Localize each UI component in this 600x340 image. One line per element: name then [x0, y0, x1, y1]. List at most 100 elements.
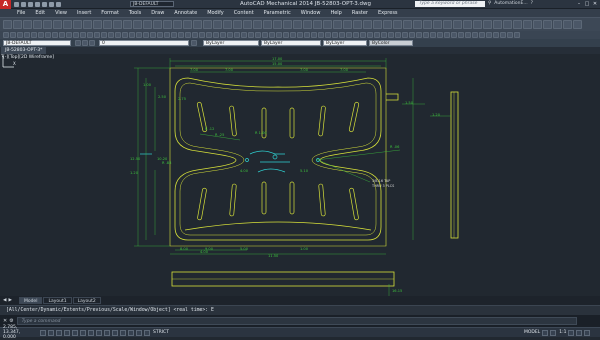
standard-tool-icon-28[interactable] — [273, 20, 282, 29]
standard-tool-icon-29[interactable] — [283, 20, 292, 29]
standard-tool-icon-47[interactable] — [463, 20, 472, 29]
menu-file[interactable]: File — [12, 10, 30, 16]
standard-tool-icon-1[interactable] — [3, 20, 12, 29]
standard-tool-icon-2[interactable] — [13, 20, 22, 29]
draw-tool-icon-14[interactable] — [94, 32, 100, 38]
menu-help[interactable]: Help — [325, 10, 346, 16]
standard-tool-icon-33[interactable] — [323, 20, 332, 29]
standard-tool-icon-43[interactable] — [423, 20, 432, 29]
quick-view-drawings-icon[interactable] — [550, 329, 557, 336]
draw-tool-icon-15[interactable] — [101, 32, 107, 38]
standard-tool-icon-26[interactable] — [253, 20, 262, 29]
draw-tool-icon-70[interactable] — [486, 32, 492, 38]
standard-tool-icon-5[interactable] — [43, 20, 52, 29]
draw-tool-icon-24[interactable] — [164, 32, 170, 38]
standard-tool-icon-56[interactable] — [553, 20, 562, 29]
draw-tool-icon-6[interactable] — [38, 32, 44, 38]
redo-icon[interactable] — [56, 1, 61, 7]
menu-content[interactable]: Content — [229, 10, 259, 16]
draw-tool-icon-29[interactable] — [199, 32, 205, 38]
draw-tool-icon-28[interactable] — [192, 32, 198, 38]
standard-tool-icon-45[interactable] — [443, 20, 452, 29]
draw-tool-icon-1[interactable] — [3, 32, 9, 38]
draw-tool-icon-42[interactable] — [290, 32, 296, 38]
draw-tool-icon-9[interactable] — [59, 32, 65, 38]
tab-nav-first-icon[interactable]: ◀ — [3, 298, 6, 303]
undo-icon[interactable] — [49, 1, 54, 7]
grid-toggle[interactable] — [48, 329, 54, 336]
model-space-toggle[interactable]: MODEL — [524, 330, 540, 335]
draw-tool-icon-25[interactable] — [171, 32, 177, 38]
standard-tool-icon-18[interactable] — [173, 20, 182, 29]
layer-previous-icon[interactable] — [89, 40, 95, 46]
standard-tool-icon-9[interactable] — [83, 20, 92, 29]
draw-tool-icon-45[interactable] — [311, 32, 317, 38]
ortho-toggle[interactable] — [56, 329, 62, 336]
help-icon[interactable]: ? — [531, 1, 533, 6]
standard-tool-icon-21[interactable] — [203, 20, 212, 29]
standard-tool-icon-58[interactable] — [573, 20, 582, 29]
menu-modify[interactable]: Modify — [202, 10, 229, 16]
standard-tool-icon-53[interactable] — [523, 20, 532, 29]
standard-tool-icon-27[interactable] — [263, 20, 272, 29]
dyn-toggle[interactable] — [104, 329, 110, 336]
draw-tool-icon-65[interactable] — [451, 32, 457, 38]
standard-tool-icon-4[interactable] — [33, 20, 42, 29]
draw-tool-icon-12[interactable] — [80, 32, 86, 38]
draw-tool-icon-21[interactable] — [143, 32, 149, 38]
strict-toggle[interactable]: STRICT — [153, 330, 169, 335]
standard-tool-icon-16[interactable] — [153, 20, 162, 29]
draw-tool-icon-2[interactable] — [10, 32, 16, 38]
draw-tool-icon-18[interactable] — [122, 32, 128, 38]
standard-tool-icon-48[interactable] — [473, 20, 482, 29]
command-input[interactable]: Type a command — [16, 317, 577, 325]
standard-tool-icon-35[interactable] — [343, 20, 352, 29]
draw-tool-icon-71[interactable] — [493, 32, 499, 38]
linetype-dropdown[interactable]: ByLayer — [261, 40, 321, 46]
menu-annotate[interactable]: Annotate — [169, 10, 202, 16]
workspace-dropdown[interactable]: JB-DEFAULT — [130, 1, 174, 7]
menu-raster[interactable]: Raster — [347, 10, 373, 16]
standard-tool-icon-23[interactable] — [223, 20, 232, 29]
standard-tool-icon-57[interactable] — [563, 20, 572, 29]
draw-tool-icon-34[interactable] — [234, 32, 240, 38]
standard-tool-icon-12[interactable] — [113, 20, 122, 29]
otrack-toggle[interactable] — [88, 329, 94, 336]
draw-tool-icon-74[interactable] — [514, 32, 520, 38]
draw-tool-icon-27[interactable] — [185, 32, 191, 38]
draw-tool-icon-38[interactable] — [262, 32, 268, 38]
plotstyle-dropdown[interactable]: ByColor — [369, 40, 413, 46]
standard-tool-icon-6[interactable] — [53, 20, 62, 29]
menu-insert[interactable]: Insert — [72, 10, 96, 16]
draw-tool-icon-26[interactable] — [178, 32, 184, 38]
standard-tool-icon-54[interactable] — [533, 20, 542, 29]
style-dropdown[interactable]: JB-DEFAULT — [3, 40, 71, 46]
standard-tool-icon-32[interactable] — [313, 20, 322, 29]
save-icon[interactable] — [28, 1, 33, 7]
standard-tool-icon-55[interactable] — [543, 20, 552, 29]
quick-view-layouts-icon[interactable] — [542, 329, 549, 336]
standard-tool-icon-19[interactable] — [183, 20, 192, 29]
osnap-toggle[interactable] — [72, 329, 78, 336]
standard-tool-icon-30[interactable] — [293, 20, 302, 29]
draw-tool-icon-39[interactable] — [269, 32, 275, 38]
workspace-switch-icon[interactable] — [568, 329, 575, 336]
draw-tool-icon-72[interactable] — [500, 32, 506, 38]
draw-tool-icon-31[interactable] — [213, 32, 219, 38]
draw-tool-icon-22[interactable] — [150, 32, 156, 38]
draw-tool-icon-10[interactable] — [66, 32, 72, 38]
standard-tool-icon-46[interactable] — [453, 20, 462, 29]
polar-toggle[interactable] — [64, 329, 70, 336]
standard-tool-icon-34[interactable] — [333, 20, 342, 29]
ducs-toggle[interactable] — [96, 329, 102, 336]
draw-tool-icon-56[interactable] — [388, 32, 394, 38]
new-icon[interactable] — [14, 1, 19, 7]
make-current-icon[interactable] — [191, 40, 197, 46]
draw-tool-icon-57[interactable] — [395, 32, 401, 38]
draw-tool-icon-58[interactable] — [402, 32, 408, 38]
standard-tool-icon-50[interactable] — [493, 20, 502, 29]
standard-tool-icon-7[interactable] — [63, 20, 72, 29]
menu-edit[interactable]: Edit — [30, 10, 50, 16]
draw-tool-icon-64[interactable] — [444, 32, 450, 38]
standard-tool-icon-52[interactable] — [513, 20, 522, 29]
